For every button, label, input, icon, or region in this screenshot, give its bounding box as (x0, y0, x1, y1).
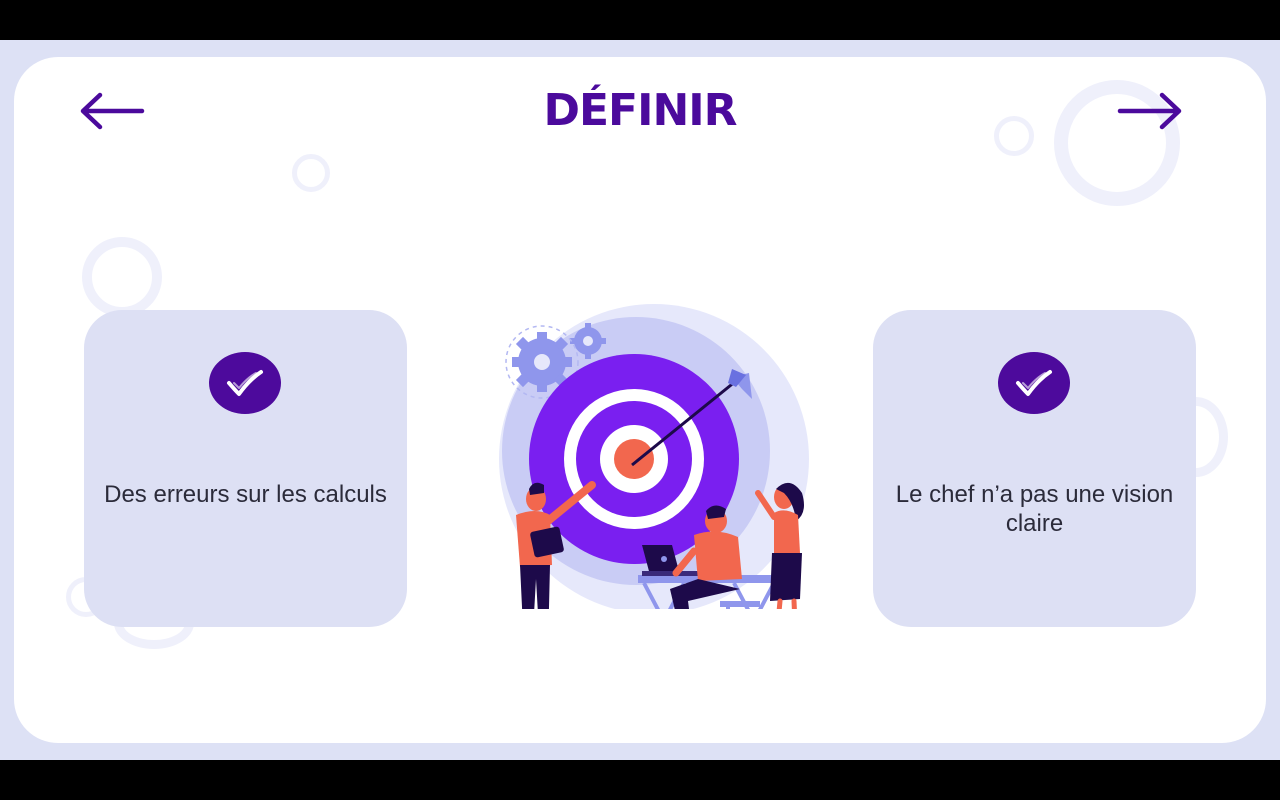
page-title: DÉFINIR (543, 85, 737, 136)
arrow-left-icon (80, 92, 145, 130)
check-icon (227, 370, 263, 396)
arrow-right-icon (1117, 92, 1182, 130)
info-card-right: Le chef n’a pas une vision claire (873, 310, 1196, 627)
decor-ring (82, 237, 162, 317)
card-text: Des erreurs sur les calculs (104, 481, 387, 508)
slide-card: DÉFINIR Des erreurs sur les calculs Le c… (14, 57, 1266, 743)
info-card-left: Des erreurs sur les calculs (84, 310, 407, 627)
target-team-illustration (499, 304, 809, 609)
next-button[interactable] (1114, 89, 1184, 133)
slide-stage: DÉFINIR Des erreurs sur les calculs Le c… (0, 40, 1280, 760)
back-button[interactable] (78, 89, 148, 133)
target-bullseye (614, 439, 654, 479)
check-badge (998, 352, 1070, 414)
check-badge (209, 352, 281, 414)
decor-ring (292, 154, 330, 192)
card-text: Le chef n’a pas une vision claire (895, 481, 1174, 537)
check-icon (1016, 370, 1052, 396)
